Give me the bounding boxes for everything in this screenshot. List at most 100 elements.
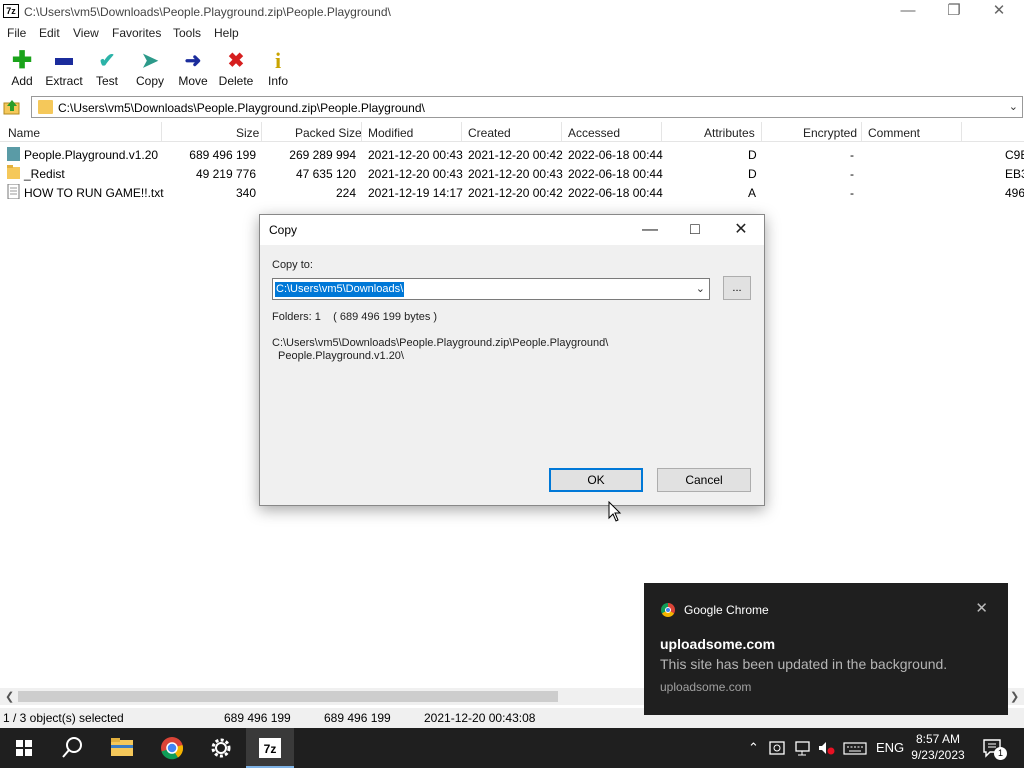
folder-icon	[7, 147, 20, 161]
clock-time: 8:57 AM	[915, 732, 961, 746]
info-button[interactable]: i Info	[256, 48, 300, 88]
file-encrypted: -	[850, 186, 854, 200]
cancel-button[interactable]: Cancel	[657, 468, 751, 492]
tray-chevron-up-icon[interactable]: ⌃	[748, 740, 759, 756]
file-name: People.Playground.v1.20	[24, 148, 159, 162]
column-created[interactable]: Created	[468, 126, 511, 140]
svg-text:7z: 7z	[264, 742, 277, 756]
scroll-right-icon[interactable]: ❯	[1010, 690, 1019, 703]
file-crc: 496	[1005, 186, 1024, 200]
delete-button[interactable]: ✖ Delete	[214, 48, 258, 88]
notification-source: uploadsome.com	[660, 680, 752, 694]
file-name: _Redist	[24, 167, 65, 181]
volume-muted-icon[interactable]	[817, 740, 837, 756]
menu-file[interactable]: File	[7, 26, 26, 40]
taskbar-file-explorer[interactable]	[98, 728, 146, 768]
scrollbar-thumb[interactable]	[18, 691, 558, 702]
column-name[interactable]: Name	[8, 126, 40, 140]
folders-info: Folders: 1 ( 689 496 199 bytes )	[272, 311, 438, 323]
taskbar-chrome[interactable]	[148, 728, 196, 768]
chevron-down-icon[interactable]: ⌄	[1009, 100, 1018, 113]
taskbar-7zip[interactable]: 7z	[246, 728, 294, 768]
file-modified: 2021-12-19 14:17	[368, 186, 463, 200]
move-button[interactable]: ➜ Move	[171, 48, 215, 88]
file-packed-size: 224	[335, 186, 356, 200]
file-size: 689 496 199	[189, 148, 256, 162]
delete-x-icon: ✖	[227, 50, 245, 72]
menu-edit[interactable]: Edit	[39, 26, 60, 40]
file-packed-size: 47 635 120	[295, 167, 356, 181]
extract-label: Extract	[45, 74, 83, 88]
column-packed-size[interactable]: Packed Size	[295, 126, 362, 140]
network-icon[interactable]	[793, 740, 813, 756]
menu-help[interactable]: Help	[214, 26, 239, 40]
table-row[interactable]: HOW TO RUN GAME!!.txt 340 224 2021-12-19…	[0, 183, 1024, 202]
chrome-notification[interactable]: Google Chrome ✕ uploadsome.com This site…	[644, 583, 1008, 715]
file-attributes: D	[748, 167, 757, 181]
start-button[interactable]	[0, 728, 48, 768]
address-path: C:\Users\vm5\Downloads\People.Playground…	[58, 101, 425, 115]
move-label: Move	[178, 74, 208, 88]
taskbar-settings[interactable]	[197, 728, 245, 768]
copy-to-combobox[interactable]: C:\Users\vm5\Downloads\ ⌄	[272, 278, 710, 300]
dialog-maximize-button[interactable]: □	[672, 215, 718, 245]
file-accessed: 2022-06-18 00:44	[568, 167, 663, 181]
menu-tools[interactable]: Tools	[173, 26, 201, 40]
file-modified: 2021-12-20 00:43	[368, 167, 463, 181]
notification-close-icon[interactable]: ✕	[975, 599, 988, 617]
file-encrypted: -	[850, 148, 854, 162]
address-input[interactable]: C:\Users\vm5\Downloads\People.Playground…	[31, 96, 1023, 118]
check-icon: ✔	[98, 50, 116, 72]
menu-view[interactable]: View	[73, 26, 99, 40]
search-button[interactable]	[48, 728, 96, 768]
dialog-minimize-button[interactable]: —	[627, 215, 673, 245]
scroll-left-icon[interactable]: ❮	[5, 690, 14, 703]
status-selected: 1 / 3 object(s) selected	[3, 711, 124, 725]
search-icon	[62, 737, 82, 758]
gear-icon	[211, 738, 231, 758]
table-row[interactable]: People.Playground.v1.20 689 496 199 269 …	[0, 145, 1024, 164]
copy-button[interactable]: ➤ Copy	[128, 48, 172, 88]
test-button[interactable]: ✔ Test	[85, 48, 129, 88]
notification-app-name: Google Chrome	[684, 603, 769, 617]
move-arrow-icon: ➜	[184, 50, 202, 72]
column-comment[interactable]: Comment	[868, 126, 920, 140]
column-modified[interactable]: Modified	[368, 126, 413, 140]
table-row[interactable]: _Redist 49 219 776 47 635 120 2021-12-20…	[0, 164, 1024, 183]
copy-label: Copy	[135, 74, 164, 88]
tray-app-icon[interactable]	[768, 740, 788, 756]
notification-title: uploadsome.com	[660, 636, 776, 652]
copy-to-value[interactable]: C:\Users\vm5\Downloads\	[275, 282, 405, 297]
minimize-button[interactable]: —	[885, 0, 931, 24]
extract-button[interactable]: Extract	[42, 48, 86, 88]
column-size[interactable]: Size	[236, 126, 259, 140]
close-button[interactable]: ✕	[976, 0, 1022, 24]
file-attributes: D	[748, 148, 757, 162]
column-encrypted[interactable]: Encrypted	[803, 126, 857, 140]
browse-button[interactable]: ...	[723, 276, 751, 300]
column-accessed[interactable]: Accessed	[568, 126, 620, 140]
notification-count-badge: 1	[994, 747, 1007, 760]
test-label: Test	[95, 74, 118, 88]
taskbar: 7z ⌃ ENG 8:57 AM 9/23/2023 1	[0, 728, 1024, 768]
title-bar: 7z C:\Users\vm5\Downloads\People.Playgro…	[0, 0, 1024, 24]
chevron-down-icon[interactable]: ⌄	[696, 282, 705, 295]
restore-button[interactable]: ❐	[931, 0, 977, 24]
taskbar-clock[interactable]: 8:57 AM 9/23/2023	[900, 731, 976, 763]
file-packed-size: 269 289 994	[289, 148, 356, 162]
menu-favorites[interactable]: Favorites	[112, 26, 161, 40]
ok-button[interactable]: OK	[549, 468, 643, 492]
add-button[interactable]: ✚ Add	[0, 48, 44, 89]
file-created: 2021-12-20 00:43	[468, 167, 563, 181]
add-label: Add	[11, 74, 33, 88]
up-folder-icon[interactable]	[3, 98, 21, 116]
column-attributes[interactable]: Attributes	[704, 126, 755, 140]
source-path-line1: C:\Users\vm5\Downloads\People.Playground…	[272, 337, 609, 349]
status-packed: 689 496 199	[324, 711, 391, 725]
keyboard-icon[interactable]	[843, 740, 867, 756]
file-attributes: A	[748, 186, 757, 200]
dialog-close-button[interactable]: ✕	[718, 215, 764, 245]
file-crc: C9E	[1005, 148, 1024, 162]
minus-icon	[42, 48, 86, 74]
file-size: 49 219 776	[195, 167, 256, 181]
